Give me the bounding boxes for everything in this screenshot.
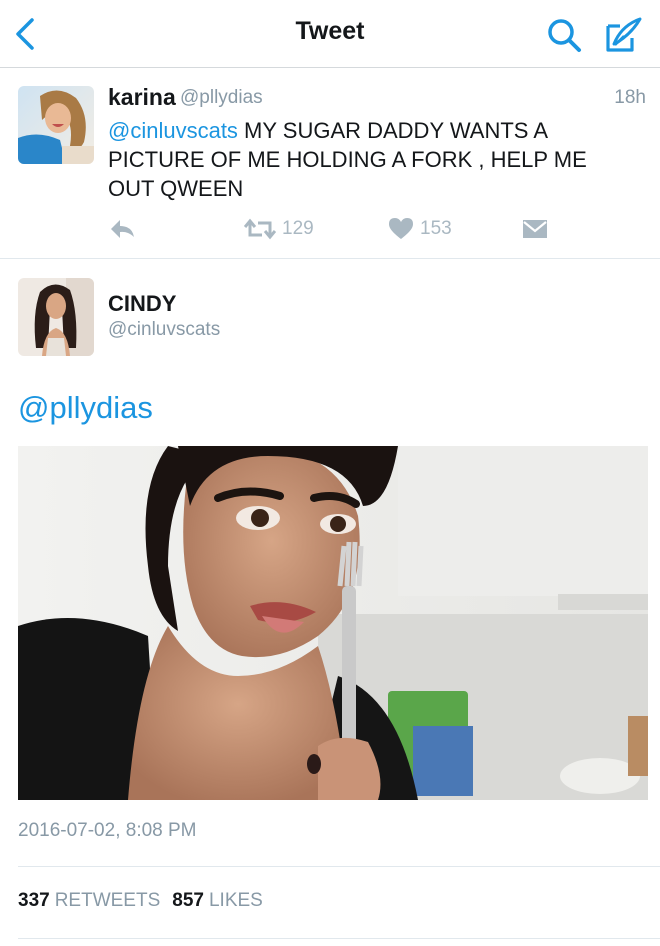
tweet-stats: 337 RETWEETS 857 LIKES [18,890,263,912]
retweet-icon [244,217,276,241]
avatar[interactable] [18,86,94,164]
likes-count: 857 [172,890,204,911]
mention-link[interactable]: @pllydias [18,390,153,426]
mention-link[interactable]: @cinluvscats [108,118,238,143]
divider [18,938,660,939]
envelope-icon [522,219,548,239]
tweet-photo[interactable] [18,446,648,800]
divider [18,866,660,867]
retweets-stat[interactable]: 337 RETWEETS [18,890,160,912]
direct-message-button[interactable] [522,214,548,244]
tweet-text: @cinluvscats MY SUGAR DADDY WANTS A PICT… [108,116,638,203]
like-button[interactable]: 153 [388,214,452,244]
avatar[interactable] [18,278,94,356]
reply-icon [108,217,136,241]
author-name[interactable]: CINDY [108,291,176,317]
retweet-button[interactable]: 129 [244,214,314,244]
tweet-time: 18h [614,87,646,108]
retweet-count: 129 [282,218,314,239]
retweets-count: 337 [18,890,50,911]
author-name[interactable]: karina [108,84,176,111]
retweets-label: RETWEETS [54,890,161,911]
author-handle: @pllydias [180,87,263,108]
like-count: 153 [420,218,452,239]
reply-button[interactable] [108,214,136,244]
tweet-timestamp: 2016-07-02, 8:08 PM [18,820,197,841]
top-navigation-bar: Tweet [0,0,660,68]
heart-icon [388,217,414,241]
likes-stat[interactable]: 857 LIKES [172,890,263,912]
likes-label: LIKES [208,890,263,911]
compose-tweet-icon[interactable] [604,16,644,54]
search-icon[interactable] [546,17,582,53]
author-handle[interactable]: @cinluvscats [108,319,220,341]
